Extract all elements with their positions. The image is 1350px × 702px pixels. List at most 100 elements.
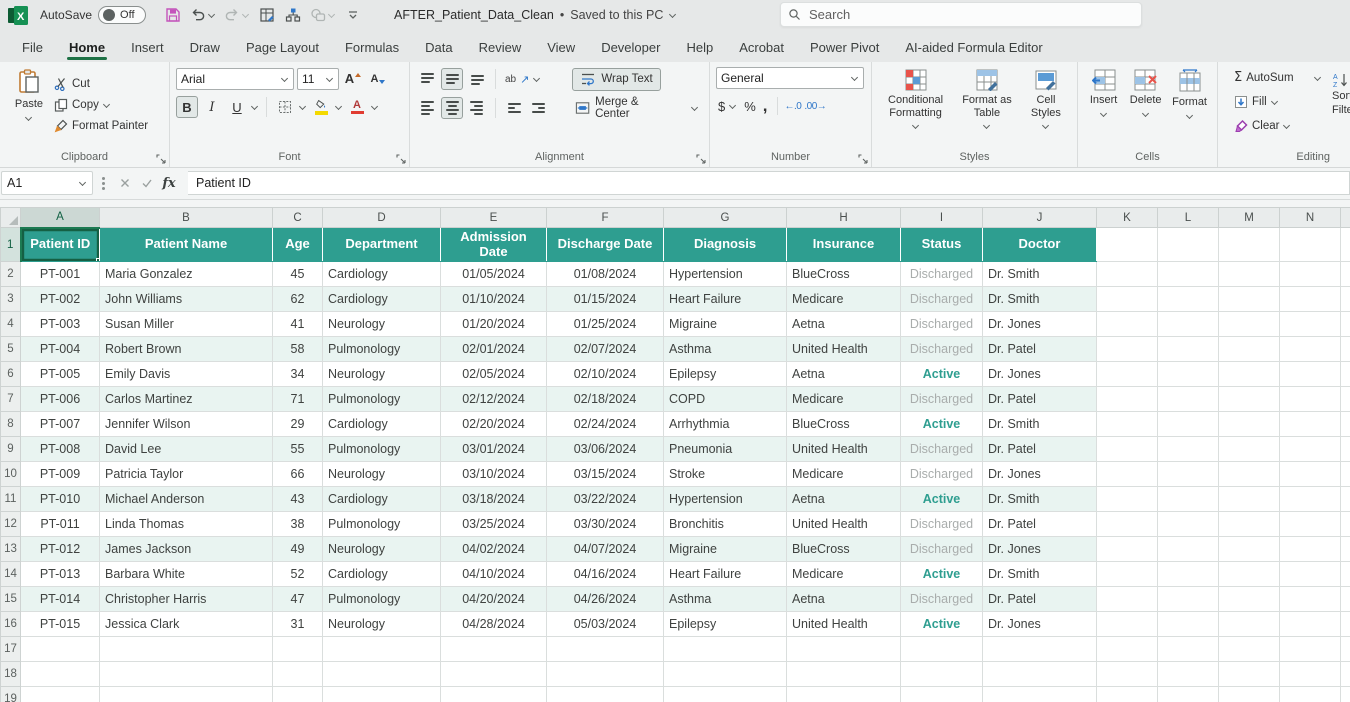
- delete-cells-button[interactable]: Delete: [1125, 67, 1166, 149]
- cell[interactable]: Cardiology: [323, 562, 441, 587]
- column-header-D[interactable]: D: [323, 208, 441, 228]
- align-center-button[interactable]: [441, 97, 463, 119]
- row-header-14[interactable]: 14: [1, 562, 21, 587]
- column-header-N[interactable]: N: [1280, 208, 1341, 228]
- format-painter-button[interactable]: Format Painter: [52, 115, 150, 136]
- tab-file[interactable]: File: [10, 34, 55, 62]
- row-header-8[interactable]: 8: [1, 412, 21, 437]
- clipboard-dialog-launcher[interactable]: [156, 154, 166, 164]
- cell[interactable]: PT-008: [21, 437, 100, 462]
- cell[interactable]: [1097, 512, 1158, 537]
- cell[interactable]: 01/05/2024: [441, 262, 547, 287]
- column-header-B[interactable]: B: [100, 208, 273, 228]
- cell[interactable]: [1219, 287, 1280, 312]
- cell[interactable]: [1219, 487, 1280, 512]
- cell[interactable]: 03/18/2024: [441, 487, 547, 512]
- cell[interactable]: [1158, 512, 1219, 537]
- cell[interactable]: Dr. Jones: [983, 612, 1097, 637]
- tab-draw[interactable]: Draw: [178, 34, 232, 62]
- align-bottom-button[interactable]: [466, 68, 488, 90]
- header-cell-doctor[interactable]: Doctor: [983, 228, 1097, 262]
- cell[interactable]: [323, 687, 441, 702]
- tab-view[interactable]: View: [535, 34, 587, 62]
- cell[interactable]: 03/30/2024: [547, 512, 664, 537]
- cell[interactable]: [1280, 562, 1341, 587]
- cell[interactable]: [441, 662, 547, 687]
- cell[interactable]: Cardiology: [323, 287, 441, 312]
- row-header-16[interactable]: 16: [1, 612, 21, 637]
- cell[interactable]: [1280, 337, 1341, 362]
- font-name-select[interactable]: Arial: [176, 68, 294, 90]
- cell[interactable]: [1341, 637, 1350, 662]
- tab-home[interactable]: Home: [57, 34, 117, 62]
- borders-button[interactable]: [274, 96, 296, 118]
- tab-insert[interactable]: Insert: [119, 34, 176, 62]
- cell[interactable]: 04/20/2024: [441, 587, 547, 612]
- cell[interactable]: [1280, 537, 1341, 562]
- row-header-6[interactable]: 6: [1, 362, 21, 387]
- save-button[interactable]: [162, 3, 184, 27]
- cell[interactable]: [1158, 537, 1219, 562]
- cell[interactable]: United Health: [787, 512, 901, 537]
- cell[interactable]: Neurology: [323, 462, 441, 487]
- cell[interactable]: 66: [273, 462, 323, 487]
- header-cell-discharge-date[interactable]: Discharge Date: [547, 228, 664, 262]
- fill-color-button[interactable]: [310, 96, 332, 118]
- cell[interactable]: PT-014: [21, 587, 100, 612]
- align-right-button[interactable]: [466, 97, 488, 119]
- quick-access-shapes-button[interactable]: [308, 3, 338, 27]
- cell[interactable]: Dr. Smith: [983, 287, 1097, 312]
- cell[interactable]: James Jackson: [100, 537, 273, 562]
- cell[interactable]: 01/15/2024: [547, 287, 664, 312]
- cell[interactable]: 03/01/2024: [441, 437, 547, 462]
- cell[interactable]: 58: [273, 337, 323, 362]
- cell[interactable]: 04/07/2024: [547, 537, 664, 562]
- cell[interactable]: [323, 662, 441, 687]
- cell[interactable]: [787, 637, 901, 662]
- cell[interactable]: 03/10/2024: [441, 462, 547, 487]
- row-header-2[interactable]: 2: [1, 262, 21, 287]
- cell[interactable]: [1219, 537, 1280, 562]
- cell[interactable]: 29: [273, 412, 323, 437]
- row-header-7[interactable]: 7: [1, 387, 21, 412]
- cell[interactable]: [1280, 287, 1341, 312]
- align-top-button[interactable]: [416, 68, 438, 90]
- cell[interactable]: Cardiology: [323, 262, 441, 287]
- cell[interactable]: [1219, 512, 1280, 537]
- cell[interactable]: Carlos Martinez: [100, 387, 273, 412]
- cell[interactable]: [1219, 462, 1280, 487]
- align-left-button[interactable]: [416, 97, 438, 119]
- cell[interactable]: [1097, 562, 1158, 587]
- cell[interactable]: [1219, 412, 1280, 437]
- cell[interactable]: Stroke: [664, 462, 787, 487]
- cell[interactable]: [664, 637, 787, 662]
- cell[interactable]: [1219, 562, 1280, 587]
- cell[interactable]: Dr. Patel: [983, 387, 1097, 412]
- cell[interactable]: John Williams: [100, 287, 273, 312]
- cancel-button[interactable]: [114, 172, 136, 194]
- cell[interactable]: 04/16/2024: [547, 562, 664, 587]
- cell[interactable]: 02/05/2024: [441, 362, 547, 387]
- cell[interactable]: Discharged: [901, 462, 983, 487]
- row-header-5[interactable]: 5: [1, 337, 21, 362]
- cell[interactable]: Arrhythmia: [664, 412, 787, 437]
- tab-acrobat[interactable]: Acrobat: [727, 34, 796, 62]
- cell[interactable]: Dr. Patel: [983, 512, 1097, 537]
- tab-ai-aided-formula-editor[interactable]: AI-aided Formula Editor: [893, 34, 1054, 62]
- format-as-table-button[interactable]: Format as Table: [957, 67, 1017, 149]
- name-box[interactable]: A1: [1, 171, 93, 195]
- cell[interactable]: [1158, 662, 1219, 687]
- alignment-dialog-launcher[interactable]: [696, 154, 706, 164]
- cell[interactable]: Discharged: [901, 312, 983, 337]
- cell[interactable]: Jennifer Wilson: [100, 412, 273, 437]
- cell[interactable]: [1219, 312, 1280, 337]
- cell[interactable]: [1097, 312, 1158, 337]
- cell[interactable]: [323, 637, 441, 662]
- italic-button[interactable]: I: [201, 96, 223, 118]
- cell[interactable]: [983, 637, 1097, 662]
- cell[interactable]: United Health: [787, 437, 901, 462]
- cell[interactable]: PT-010: [21, 487, 100, 512]
- cell[interactable]: [1280, 362, 1341, 387]
- decrease-indent-button[interactable]: [503, 97, 525, 119]
- font-size-select[interactable]: 11: [297, 68, 339, 90]
